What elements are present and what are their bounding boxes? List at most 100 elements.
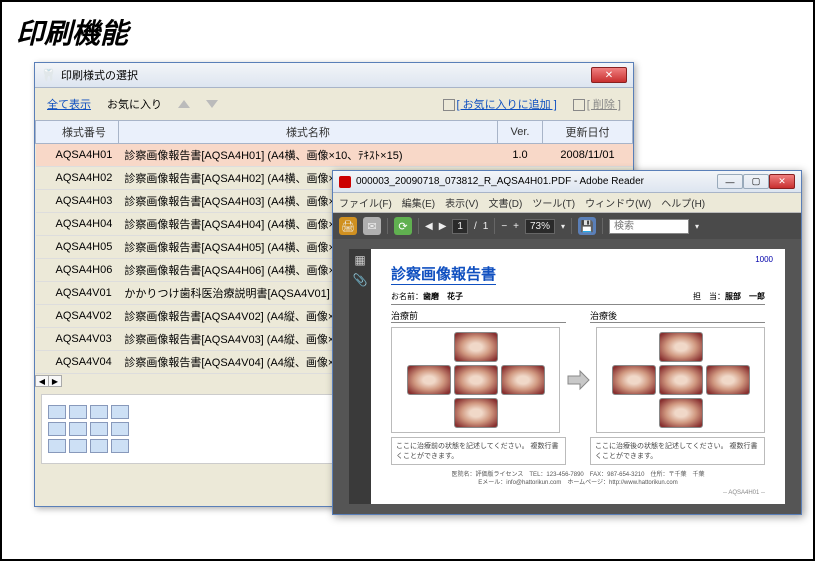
pdf-page[interactable]: 1000 診察画像報告書 お名前：歯磨 花子 担 当：服部 一郎 治療前 治療後 bbox=[371, 249, 785, 504]
arrow-right-icon bbox=[566, 368, 590, 392]
print-icon[interactable]: 🖨 bbox=[339, 217, 357, 235]
pdf-reader-window: 000003_20090718_073812_R_AQSA4H01.PDF - … bbox=[332, 170, 802, 515]
pdf-toolbar: 🖨 ✉ ⟳ ◀ ▶ 1 / 1 − + 73% ▾ 💾 ▾ bbox=[333, 213, 801, 239]
section-after-header: 治療後 bbox=[590, 309, 765, 323]
doctor-label: 担 当： bbox=[693, 292, 725, 301]
after-caption: ここに治療後の状態を記述してください。 複数行書くことができます。 bbox=[590, 437, 765, 465]
menu-help[interactable]: ヘルプ(H) bbox=[661, 195, 705, 210]
doc-icon bbox=[443, 99, 455, 111]
page-input[interactable]: 1 bbox=[452, 219, 468, 234]
page-title: 印刷機能 bbox=[2, 2, 813, 62]
dental-image bbox=[706, 365, 750, 395]
menu-doc[interactable]: 文書(D) bbox=[488, 195, 522, 210]
dental-image bbox=[659, 332, 703, 362]
cell-id: AQSA4V04 bbox=[36, 351, 119, 374]
page-total: 1 bbox=[483, 221, 489, 232]
patient-label: お名前： bbox=[391, 292, 423, 301]
add-favorite-link[interactable]: [ お気に入りに追加 ] bbox=[443, 96, 557, 112]
separator bbox=[571, 218, 572, 234]
report-title: 診察画像報告書 bbox=[391, 263, 496, 285]
dental-image bbox=[612, 365, 656, 395]
th-date[interactable]: 更新日付 bbox=[543, 121, 633, 144]
clinic-line1: 医院名：評価版ライセンス TEL：123-456-7890 FAX：987-65… bbox=[391, 471, 765, 479]
dental-image bbox=[454, 365, 498, 395]
template-code: -- AQSA4H01 -- bbox=[391, 490, 765, 496]
after-photos bbox=[596, 327, 765, 433]
scroll-left-icon[interactable]: ◀ bbox=[35, 375, 49, 387]
cell-id: AQSA4H06 bbox=[36, 259, 119, 282]
maximize-button[interactable]: ▢ bbox=[743, 174, 769, 189]
scroll-right-icon[interactable]: ▶ bbox=[48, 375, 62, 387]
thumbnails-icon[interactable]: ▦ bbox=[354, 253, 365, 267]
cell-id: AQSA4V02 bbox=[36, 305, 119, 328]
menu-file[interactable]: ファイル(F) bbox=[339, 195, 392, 210]
tab-show-all[interactable]: 全て表示 bbox=[47, 96, 91, 112]
win1-title: 印刷様式の選択 bbox=[61, 67, 138, 83]
win2-titlebar[interactable]: 000003_20090718_073812_R_AQSA4H01.PDF - … bbox=[333, 171, 801, 193]
before-photos bbox=[391, 327, 560, 433]
menu-window[interactable]: ウィンドウ(W) bbox=[585, 195, 651, 210]
attachments-icon[interactable]: 📎 bbox=[353, 273, 368, 287]
zoom-in-icon[interactable]: + bbox=[513, 221, 519, 232]
th-id[interactable]: 様式番号 bbox=[36, 121, 119, 144]
section-before-header: 治療前 bbox=[391, 309, 566, 323]
cell-ver: 1.0 bbox=[498, 144, 543, 167]
app-icon: 🦷 bbox=[41, 68, 56, 82]
report-footer: 医院名：評価版ライセンス TEL：123-456-7890 FAX：987-65… bbox=[391, 471, 765, 488]
dental-image bbox=[659, 365, 703, 395]
clinic-line2: Eメール：info@hattorikun.com ホームページ：http://w… bbox=[391, 479, 765, 487]
dental-image bbox=[454, 398, 498, 428]
window-controls: — ▢ ✕ bbox=[717, 174, 795, 189]
search-input[interactable] bbox=[609, 219, 689, 234]
doc-icon bbox=[573, 99, 585, 111]
dental-image bbox=[407, 365, 451, 395]
nav-sidebar: ▦ 📎 bbox=[349, 249, 371, 504]
separator bbox=[602, 218, 603, 234]
move-up-icon[interactable] bbox=[178, 100, 190, 108]
th-ver[interactable]: Ver. bbox=[498, 121, 543, 144]
cell-id: AQSA4H02 bbox=[36, 167, 119, 190]
blueprint-thumbnail bbox=[48, 405, 129, 453]
zoom-level[interactable]: 73% bbox=[525, 219, 555, 234]
page-number-label: 1000 bbox=[755, 255, 773, 264]
cell-id: AQSA4H05 bbox=[36, 236, 119, 259]
pdf-viewport: ▦ 📎 1000 診察画像報告書 お名前：歯磨 花子 担 当：服部 一郎 治療前… bbox=[333, 239, 801, 514]
th-name[interactable]: 様式名称 bbox=[118, 121, 497, 144]
zoom-out-icon[interactable]: − bbox=[501, 221, 507, 232]
cell-id: AQSA4H03 bbox=[36, 190, 119, 213]
win1-toolbar: 全て表示 お気に入り [ お気に入りに追加 ] [ 削除 ] bbox=[35, 88, 633, 120]
delete-link[interactable]: [ 削除 ] bbox=[573, 96, 621, 112]
menubar: ファイル(F) 編集(E) 表示(V) 文書(D) ツール(T) ウィンドウ(W… bbox=[333, 193, 801, 213]
cell-id: AQSA4V03 bbox=[36, 328, 119, 351]
cell-id: AQSA4H04 bbox=[36, 213, 119, 236]
save-icon[interactable]: 💾 bbox=[578, 217, 596, 235]
dental-image bbox=[454, 332, 498, 362]
tab-favorites[interactable]: お気に入り bbox=[107, 96, 162, 112]
close-button[interactable]: ✕ bbox=[591, 67, 627, 83]
collab-icon[interactable]: ⟳ bbox=[394, 217, 412, 235]
pdf-icon bbox=[339, 176, 351, 188]
win1-titlebar[interactable]: 🦷 印刷様式の選択 ✕ bbox=[35, 63, 633, 88]
prev-page-icon[interactable]: ◀ bbox=[425, 221, 433, 232]
patient-name: 歯磨 花子 bbox=[423, 292, 463, 301]
close-button[interactable]: ✕ bbox=[769, 174, 795, 189]
minimize-button[interactable]: — bbox=[717, 174, 743, 189]
next-page-icon[interactable]: ▶ bbox=[439, 221, 447, 232]
cell-id: AQSA4H01 bbox=[36, 144, 119, 167]
table-row[interactable]: AQSA4H01診察画像報告書[AQSA4H01] (A4横、画像×10、ﾃｷｽ… bbox=[36, 144, 633, 167]
page-separator: / bbox=[474, 221, 477, 232]
mail-icon[interactable]: ✉ bbox=[363, 217, 381, 235]
dental-image bbox=[501, 365, 545, 395]
separator bbox=[387, 218, 388, 234]
dental-image bbox=[659, 398, 703, 428]
menu-edit[interactable]: 編集(E) bbox=[402, 195, 435, 210]
win2-title: 000003_20090718_073812_R_AQSA4H01.PDF - … bbox=[356, 176, 644, 187]
cell-date: 2008/11/01 bbox=[543, 144, 633, 167]
menu-tool[interactable]: ツール(T) bbox=[532, 195, 575, 210]
patient-row: お名前：歯磨 花子 担 当：服部 一郎 bbox=[391, 289, 765, 305]
menu-view[interactable]: 表示(V) bbox=[445, 195, 478, 210]
before-caption: ここに治療前の状態を記述してください。 複数行書くことができます。 bbox=[391, 437, 566, 465]
cell-id: AQSA4V01 bbox=[36, 282, 119, 305]
doctor-name: 服部 一郎 bbox=[725, 292, 765, 301]
move-down-icon[interactable] bbox=[206, 100, 218, 108]
